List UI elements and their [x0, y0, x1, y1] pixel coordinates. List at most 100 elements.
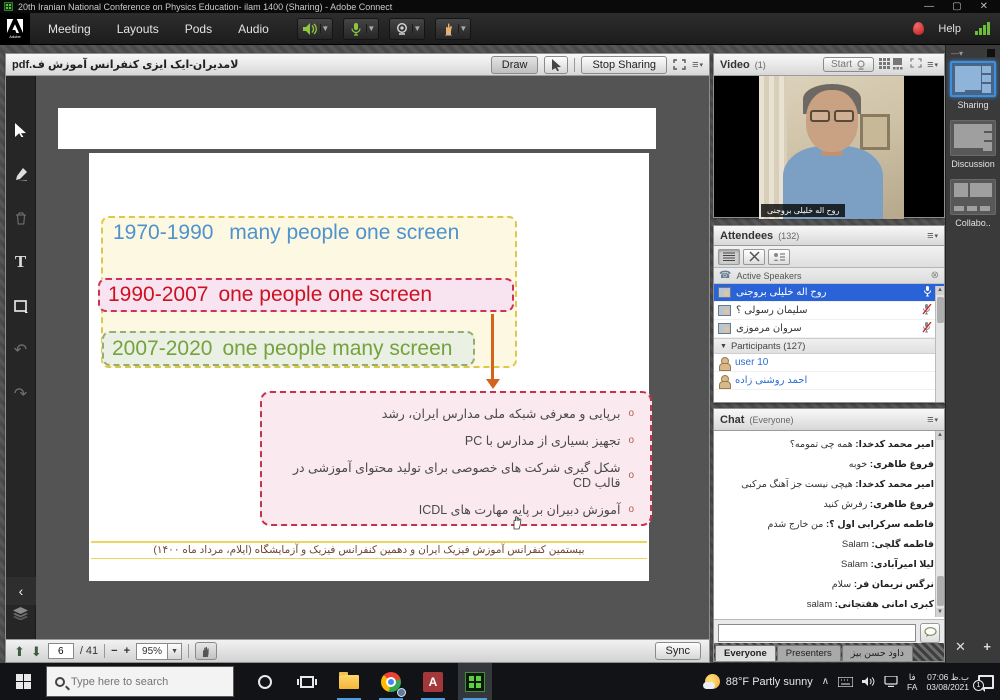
raise-hand-caret-icon[interactable]: ▼ — [458, 24, 468, 33]
pan-tool-button[interactable] — [195, 642, 217, 660]
chat-tab-everyone[interactable]: Everyone — [715, 645, 776, 661]
add-layout-icon[interactable]: + — [983, 639, 991, 655]
page-down-button[interactable]: ⬇ — [31, 645, 42, 658]
menu-audio[interactable]: Audio — [238, 22, 269, 36]
raise-hand-button[interactable]: ▼ — [435, 18, 471, 40]
file-explorer-button[interactable] — [332, 663, 366, 700]
cortana-button[interactable] — [248, 663, 282, 700]
webcam-caret-icon[interactable]: ▼ — [412, 24, 422, 33]
filmstrip-view-icon[interactable] — [879, 58, 905, 71]
bullet-item: oتجهیز بسیاری از مدارس با PC — [278, 433, 634, 448]
access-button[interactable]: A — [416, 663, 450, 700]
attendees-scrollbar[interactable]: ▲ — [935, 286, 944, 402]
layouts-sidebar: —▾ Sharing Discussion Collabo.. ✕ + — [945, 45, 1000, 663]
scroll-down-icon[interactable]: ▼ — [936, 608, 944, 617]
speaker-button[interactable]: ▼ — [297, 18, 333, 40]
layouts-menu-icon[interactable]: —▾ — [951, 49, 963, 58]
layout-sharing-thumbnail[interactable] — [950, 61, 996, 97]
layouts-close-icon[interactable] — [987, 49, 995, 57]
layout-collaboration-label[interactable]: Collabo.. — [955, 218, 991, 228]
chat-pod-title: Chat — [720, 414, 744, 426]
stop-sharing-button[interactable]: Stop Sharing — [581, 56, 667, 74]
speaker-glasses — [810, 110, 854, 122]
language-indicator[interactable]: فا FA — [907, 672, 917, 692]
undo-tool[interactable]: ↶ — [9, 338, 33, 362]
attendee-row[interactable]: روح اله خلیلی بروجنی — [714, 284, 944, 302]
status-view-button[interactable] — [768, 249, 790, 265]
keyboard-tray-icon[interactable] — [838, 677, 853, 687]
layout-collaboration-thumbnail[interactable] — [950, 179, 996, 215]
layout-discussion-thumbnail[interactable] — [950, 120, 996, 156]
dismiss-active-speakers-icon[interactable]: ⊗ — [931, 270, 939, 281]
scroll-up-icon[interactable]: ▲ — [936, 286, 944, 295]
participant-row[interactable]: user 10 — [714, 354, 944, 372]
menu-layouts[interactable]: Layouts — [117, 22, 159, 36]
fullscreen-icon[interactable] — [673, 59, 686, 70]
microphone-caret-icon[interactable]: ▼ — [366, 24, 376, 33]
layout-tools-icon[interactable]: ✕ — [955, 639, 966, 655]
start-webcam-button[interactable]: Start — [823, 57, 874, 72]
chat-tab-presenters[interactable]: Presenters — [777, 645, 841, 661]
help-link[interactable]: Help — [938, 23, 961, 35]
scroll-up-icon[interactable]: ▲ — [936, 431, 944, 440]
shared-filename: لامدیران-ایک ایزی کنفرانس آموزش ف.pdf — [12, 58, 238, 71]
task-view-button[interactable] — [290, 663, 324, 700]
raise-hand-icon — [438, 22, 458, 36]
zoom-in-button[interactable]: + — [124, 645, 130, 657]
start-button[interactable] — [0, 663, 46, 700]
volume-tray-icon[interactable] — [862, 676, 875, 687]
chat-scrollbar[interactable]: ▲ ▼ — [935, 431, 944, 617]
list-view-button[interactable] — [718, 249, 740, 265]
text-tool[interactable]: T — [9, 250, 33, 274]
menu-pods[interactable]: Pods — [185, 22, 212, 36]
microphone-button[interactable]: ▼ — [343, 18, 379, 40]
zoom-out-button[interactable]: − — [111, 645, 117, 657]
video-fullscreen-icon[interactable] — [910, 58, 922, 71]
network-tray-icon[interactable] — [884, 676, 898, 687]
menu-meeting[interactable]: Meeting — [48, 22, 91, 36]
search-input[interactable] — [71, 676, 211, 688]
marker-tool[interactable] — [9, 162, 33, 186]
breakout-view-button[interactable] — [743, 249, 765, 265]
zoom-caret-icon: ▼ — [167, 644, 181, 659]
weather-widget[interactable]: 88°F Partly sunny — [705, 674, 813, 689]
participant-row[interactable]: احمد روشنی زاده — [714, 372, 944, 390]
chat-tab-private[interactable]: داود حسن بیز — [842, 645, 913, 661]
menu-bar: Adobe Meeting Layouts Pods Audio ▼ ▼ — [0, 13, 1000, 45]
zoom-level-select[interactable]: 95% ▼ — [136, 643, 182, 660]
shape-tool[interactable] — [9, 294, 33, 318]
attendee-row[interactable]: سروان مرموزی — [714, 320, 944, 338]
taskbar-search[interactable] — [46, 666, 234, 697]
participants-section-header[interactable]: ▼ Participants (127) — [714, 338, 944, 354]
taskbar-clock[interactable]: 07:06 ب.ظ 03/08/2021 — [926, 672, 969, 692]
cortana-icon — [258, 675, 272, 689]
adobe-connect-button[interactable] — [458, 663, 492, 700]
chat-message: امیر محمد کدخداهمه چی تمومه؟ — [714, 439, 934, 450]
collapse-toolbar-button[interactable]: ‹ — [6, 577, 36, 605]
share-pod-menu-icon[interactable]: ≡▾ — [692, 59, 703, 71]
action-center-icon[interactable]: 1 — [978, 675, 994, 689]
maximize-button[interactable]: ▢ — [952, 2, 961, 12]
attendee-row[interactable]: سلیمان رسولی ؟ — [714, 302, 944, 320]
close-button[interactable]: ✕ — [980, 2, 988, 12]
page-number-input[interactable] — [48, 643, 74, 659]
pointer-tool-button[interactable] — [544, 56, 568, 74]
page-up-button[interactable]: ⬆ — [14, 645, 25, 658]
video-pod-menu-icon[interactable]: ≡▾ — [927, 59, 938, 71]
layout-discussion-label[interactable]: Discussion — [951, 159, 995, 169]
layout-sharing-label[interactable]: Sharing — [957, 100, 988, 110]
redo-tool[interactable]: ↷ — [9, 382, 33, 406]
minimize-button[interactable]: — — [924, 2, 934, 12]
sync-button[interactable]: Sync — [655, 642, 701, 660]
send-message-button[interactable] — [920, 623, 940, 643]
chat-input[interactable] — [718, 624, 916, 642]
select-arrow-tool[interactable] — [9, 118, 33, 142]
draw-button[interactable]: Draw — [491, 56, 539, 74]
webcam-button[interactable]: ▼ — [389, 18, 425, 40]
tray-overflow-icon[interactable]: ∧ — [822, 676, 829, 687]
chat-pod-menu-icon[interactable]: ≡▾ — [927, 414, 938, 426]
attendees-pod-menu-icon[interactable]: ≡▾ — [927, 230, 938, 242]
delete-tool[interactable] — [9, 206, 33, 230]
chrome-button[interactable] — [374, 663, 408, 700]
speaker-caret-icon[interactable]: ▼ — [320, 24, 330, 33]
